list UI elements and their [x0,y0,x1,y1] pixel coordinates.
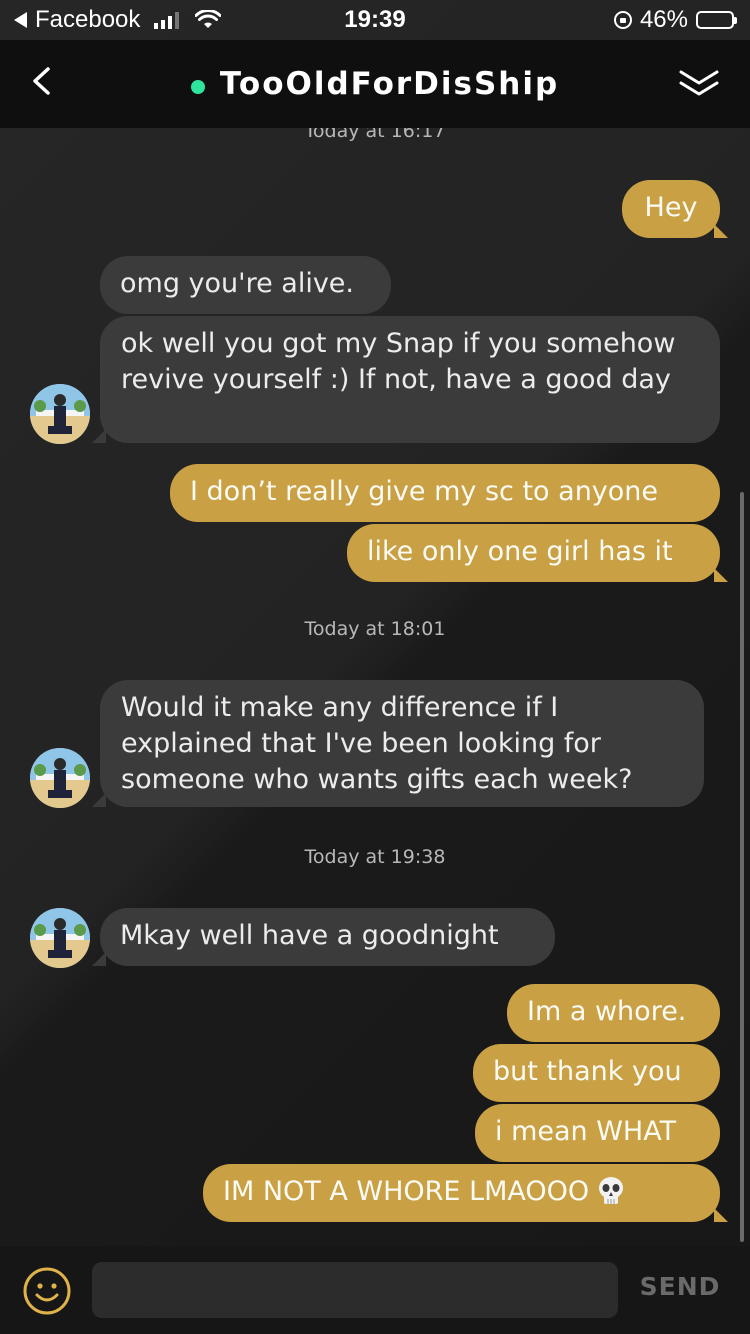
emoji-icon[interactable] [22,1266,72,1316]
chat-header: TooOldForDisShip [0,40,750,128]
message-outgoing[interactable]: IM NOT A WHORE LMAOOO [203,1164,728,1222]
double-chevron-down-icon[interactable] [678,66,720,100]
message-incoming[interactable]: omg you're alive. [100,256,391,314]
avatar-image [30,384,90,444]
status-bar: Facebook 19:39 46% [0,0,750,40]
timestamp: Today at 19:38 [304,846,446,868]
battery-percent: 46% [639,6,688,33]
timestamp: Today at 18:01 [304,618,446,640]
battery-icon [696,11,737,29]
message-incoming[interactable]: Mkay well have a goodnight [92,908,555,966]
message-outgoing[interactable]: but thank you [473,1044,720,1102]
message-outgoing[interactable]: i mean WHAT [475,1104,720,1162]
avatar[interactable] [30,384,90,444]
message-list[interactable]: Today at 16:17 Hey omg you're alive. ok … [0,128,750,1246]
avatar-image [30,908,90,968]
timestamp: Today at 16:17 [304,128,446,142]
send-button[interactable]: SEND [630,1272,730,1301]
message-incoming[interactable]: Would it make any difference if I explai… [92,680,704,807]
message-incoming[interactable]: ok well you got my Snap if you somehow r… [92,316,720,443]
message-outgoing[interactable]: Hey [622,180,728,238]
avatar-image [30,748,90,808]
message-input[interactable] [92,1262,618,1318]
chat-title: TooOldForDisShip [219,66,560,102]
online-status-dot [190,79,205,94]
message-text: IM NOT A WHORE LMAOOO [223,1176,590,1207]
rotation-lock-icon [613,11,632,29]
avatar[interactable] [30,908,90,968]
chat-title-container[interactable]: TooOldForDisShip [0,66,750,102]
avatar[interactable] [30,748,90,808]
message-outgoing[interactable]: like only one girl has it [347,524,728,582]
skull-emoji-icon [599,1176,624,1204]
message-outgoing[interactable]: Im a whore. [507,984,720,1042]
scrollbar[interactable] [740,492,744,1242]
message-outgoing[interactable]: I don’t really give my sc to anyone [170,464,720,522]
message-composer: SEND [0,1246,750,1334]
